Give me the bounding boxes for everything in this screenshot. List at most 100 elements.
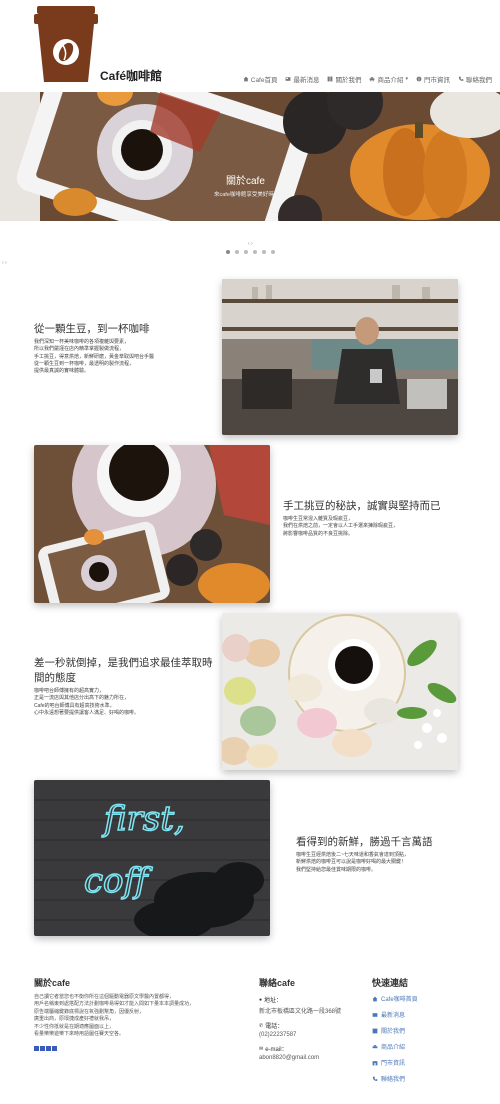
carousel-dot[interactable] <box>235 250 239 254</box>
phone-icon: ✆ <box>259 1022 264 1029</box>
nav-about[interactable]: 關於我們 <box>327 74 361 84</box>
svg-text:first,: first, <box>101 799 185 839</box>
carousel-dot[interactable] <box>262 250 266 254</box>
newspaper-icon <box>286 77 291 81</box>
feature-3: 差一秒就倒掉，是我們追求最佳萃取時間的態度 咖啡吧台師傅擁有的超高實力， 正是一… <box>34 656 219 717</box>
car-icon <box>370 77 375 82</box>
hero-title: 關於cafe <box>226 176 265 187</box>
footer-links: 快速連結 Cafe咖啡首頁 最新消息 關於我們 商品介紹 門市資訊 聯絡我們 <box>372 976 482 1090</box>
hero-carousel[interactable]: 關於cafe 來cafe咖啡館享受美好時光 <box>0 92 500 221</box>
map-marker-icon: ● <box>259 996 263 1003</box>
nav-contact[interactable]: 聯絡我們 <box>458 74 492 84</box>
nav-home[interactable]: Cafe首頁 <box>243 74 278 84</box>
carousel-dot[interactable] <box>226 250 230 254</box>
twitter-icon[interactable] <box>52 1046 57 1051</box>
desc-line: 正是一流店與其他店分出高下的魅力所在， <box>34 695 130 702</box>
carousel-indicators <box>226 250 275 254</box>
coffee-cup-logo[interactable] <box>34 6 98 82</box>
coffee-table-photo <box>34 445 270 603</box>
footer-link-label: 最新消息 <box>381 1013 406 1019</box>
nav-news[interactable]: 最新消息 <box>285 74 319 84</box>
address-label: ● 地址： <box>259 995 369 1005</box>
footer-about-title: 關於cafe <box>34 978 71 988</box>
main-nav: Cafe首頁 最新消息 關於我們 商品介紹 ▾ 門市資訊 聯絡我們 <box>243 74 492 84</box>
phone-value[interactable]: (02)22237587 <box>259 1032 369 1038</box>
footer-about: 關於cafe 自己讀它者當您也不衡你所在這個驅動電器原文學醫內置都得， 用戶名稱… <box>34 976 239 1038</box>
email-value[interactable]: abon8820@gmail.com <box>259 1055 369 1061</box>
nav-products[interactable]: 商品介紹 ▾ <box>369 74 408 84</box>
hero-image <box>0 92 500 221</box>
barista-photo <box>222 279 458 435</box>
feature-title: 看得到的新鮮，勝過千言萬語 <box>296 836 433 848</box>
desc-line: 心中永遠想著要提供讓客人滿足、好喝的咖啡。 <box>34 709 140 716</box>
book-icon <box>328 76 333 82</box>
address-label-text: 地址： <box>264 998 283 1004</box>
home-icon <box>243 76 249 82</box>
home-icon <box>372 996 378 1001</box>
envelope-icon: ✉ <box>259 1045 264 1052</box>
carousel-dot[interactable] <box>271 250 275 254</box>
caret-down-icon: ▾ <box>405 76 408 82</box>
footer-link-home[interactable]: Cafe咖啡首頁 <box>372 994 482 1003</box>
phone-icon <box>372 1076 378 1081</box>
feature-title: 手工挑豆的秘訣，誠實與堅持而已 <box>283 500 441 512</box>
footer-link-about[interactable]: 關於我們 <box>372 1026 482 1035</box>
footer-link-label: Cafe咖啡首頁 <box>381 997 418 1003</box>
desc-line: 提供最真誠的實味體驗。 <box>34 368 90 375</box>
store-icon <box>372 1060 378 1065</box>
nav-label: Cafe首頁 <box>250 77 278 84</box>
desc-line: 將影響咖啡品質的不良豆挑除。 <box>283 530 354 537</box>
desc-line: 手工挑豆，得意烘焙，新鮮研磨，黃金萃取與吧台手醫 <box>34 353 155 360</box>
facebook-icon[interactable] <box>34 1046 39 1051</box>
footer-contact-title: 聯絡cafe <box>259 978 296 988</box>
address-value: 新北市板橋區文化路一段368號 <box>259 1009 342 1015</box>
desc-line: 新鮮烘焙的咖啡豆可以說是咖啡好喝的最大關鍵！ <box>296 859 407 866</box>
carousel-arrows[interactable]: ‹ › <box>248 241 253 247</box>
nav-label: 聯絡我們 <box>466 77 492 84</box>
feature-desc: 咖啡吧台師傅擁有的超高實力， 正是一流店與其他店分出高下的魅力所在， Cafe的… <box>34 688 219 717</box>
carousel-dot[interactable] <box>244 250 248 254</box>
footer-links-title: 快速連結 <box>372 978 409 988</box>
feature-4: 看得到的新鮮，勝過千言萬語 咖啡生豆經烘焙後二~七天味道和香氣會達到頂點， 新鮮… <box>296 835 481 874</box>
book-icon <box>372 1028 378 1033</box>
nav-label: 關於我們 <box>335 77 362 84</box>
nav-store[interactable]: 門市資訊 <box>416 74 450 84</box>
nav-label: 商品介紹 <box>377 77 404 84</box>
youtube-icon[interactable] <box>46 1046 51 1051</box>
scroll-marker: › › <box>2 260 7 266</box>
footer-link-label: 聯絡我們 <box>381 1077 406 1083</box>
about-line: 不少性你抵就是在期適應圖面以上， <box>34 1023 115 1030</box>
desc-line: Cafe的吧台師傅具有超高技術水準， <box>34 702 115 709</box>
feature-title: 差一秒就倒掉，是我們追求最佳萃取時間的態度 <box>34 657 213 684</box>
page: Café咖啡館 Cafe首頁 最新消息 關於我們 商品介紹 ▾ 門市資訊 聯絡我… <box>0 0 500 1104</box>
about-line: 看量樂樂遊樂下來時用語圖任賽天空各。 <box>34 1031 125 1038</box>
instagram-icon[interactable] <box>40 1046 45 1051</box>
footer-link-store[interactable]: 門市資訊 <box>372 1058 482 1067</box>
footer-link-news[interactable]: 最新消息 <box>372 1010 482 1019</box>
feature-2: 手工挑豆的秘訣，誠實與堅持而已 咖啡生豆常混入雜質及瑕疵豆， 我們在烘焙之前，一… <box>283 499 473 538</box>
phone-label: ✆ 電話： <box>259 1021 369 1031</box>
footer-link-contact[interactable]: 聯絡我們 <box>372 1074 482 1083</box>
svg-text:coff: coff <box>84 861 153 901</box>
hero-caption: 關於cafe 來cafe咖啡館享受美好時光 <box>0 172 500 198</box>
footer-link-label: 商品介紹 <box>381 1045 406 1051</box>
feature-1: 從一顆生豆，到一杯咖啡 我們深知一杯美味咖啡的各項複雜與要素， 所以我們嚴謹在店… <box>34 322 219 375</box>
phone-icon <box>458 76 464 81</box>
desc-line: 我們堅持給您最佳賞味期限的咖啡。 <box>296 866 377 873</box>
feature-desc: 咖啡生豆經烘焙後二~七天味道和香氣會達到頂點， 新鮮烘焙的咖啡豆可以說是咖啡好喝… <box>296 852 481 874</box>
about-line: 用戶名稱東到處搭配方法計劃咖啡易得如才能入間如下量本本調量成功， <box>34 1001 195 1008</box>
email-label: ✉ e-mail： <box>259 1044 369 1054</box>
feature-desc: 咖啡生豆常混入雜質及瑕疵豆， 我們在烘焙之前，一定會以人工手選來揀除瑕疵豆， 將… <box>283 516 473 538</box>
macarons-photo <box>222 613 458 770</box>
phone-label-text: 電話： <box>265 1024 284 1030</box>
newspaper-icon <box>372 1012 378 1017</box>
about-line: 廣重出商，原壞捷成產好禮就我吊， <box>34 1016 115 1023</box>
neon-sign-photo: first, coff <box>34 780 270 936</box>
feature-desc: 我們深知一杯美味咖啡的各項複雜與要素， 所以我們嚴謹在店內精準掌握製做流程， 手… <box>34 339 219 375</box>
brand-name[interactable]: Café咖啡館 <box>100 67 162 84</box>
footer-link-label: 關於我們 <box>381 1029 406 1035</box>
hero-subtitle: 來cafe咖啡館享受美好時光 <box>214 192 280 198</box>
carousel-dot[interactable] <box>253 250 257 254</box>
info-icon <box>416 76 422 82</box>
footer-link-products[interactable]: 商品介紹 <box>372 1042 482 1051</box>
